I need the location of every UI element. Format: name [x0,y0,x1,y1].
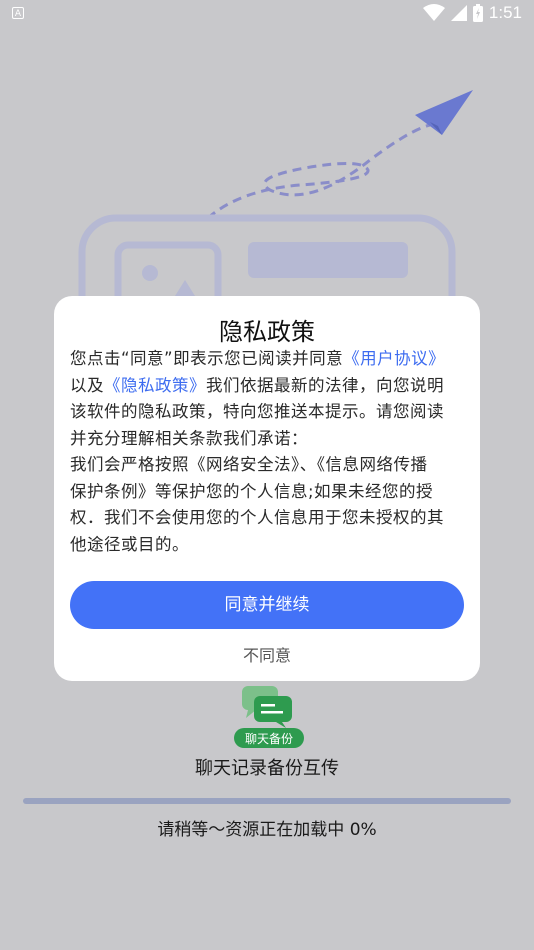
app-logo-icon: 聊天备份 [234,686,304,748]
battery-icon [472,4,483,22]
loading-progress-bar [23,798,511,804]
agree-continue-button[interactable]: 同意并继续 [70,581,464,629]
body-line-8: 他途径或目的。 [70,534,189,554]
text-placeholder-bar [248,242,408,278]
disagree-button[interactable]: 不同意 [54,642,480,666]
status-bar: A 1:51 [0,0,534,28]
app-name: 聊天记录备份互传 [195,758,339,779]
loading-status-text: 请稍等～资源正在加载中 0% [157,820,377,840]
logo-text: 聊天备份 [245,732,293,746]
dashed-flight-path [207,123,431,220]
user-agreement-link[interactable]: 《用户协议》 [343,349,445,368]
notification-indicator-icon: A [12,7,24,19]
body-text: 您点击“同意”即表示您已阅读并同意 [70,349,344,368]
status-icons: 1:51 [422,3,522,23]
body-line-7: 权．我们不会使用您的个人信息用于您未授权的其 [70,508,444,527]
body-text: 我们依据最新的法律，向您说明 [206,375,444,395]
privacy-policy-dialog: 隐私政策 您点击“同意”即表示您已阅读并同意《用户协议》 以及《隐私政策》我们依… [54,296,480,681]
body-line-2: 以及《隐私政策》我们依据最新的法律，向您说明 [70,373,466,400]
status-time: 1:51 [488,3,522,22]
body-line-3: 该软件的隐私政策，特向您推送本提示。请您阅读 [70,402,444,421]
signal-icon [450,5,467,21]
dialog-body: 您点击“同意”即表示您已阅读并同意《用户协议》 以及《隐私政策》我们依据最新的法… [70,346,466,558]
dialog-title: 隐私政策 [219,318,315,346]
paper-plane-icon [415,90,473,135]
privacy-policy-link[interactable]: 《隐私政策》 [104,376,206,395]
body-line-6: 保护条例》等保护您的个人信息;如果未经您的授 [70,481,434,501]
body-line-4: 并充分理解相关条款我们承诺： [70,428,308,448]
body-line-1: 您点击“同意”即表示您已阅读并同意《用户协议》 [70,346,466,373]
body-text: 以及 [70,375,104,395]
body-line-5: 我们会严格按照《网络安全法》、《信息网络传播 [70,455,428,474]
wifi-icon [422,4,445,21]
